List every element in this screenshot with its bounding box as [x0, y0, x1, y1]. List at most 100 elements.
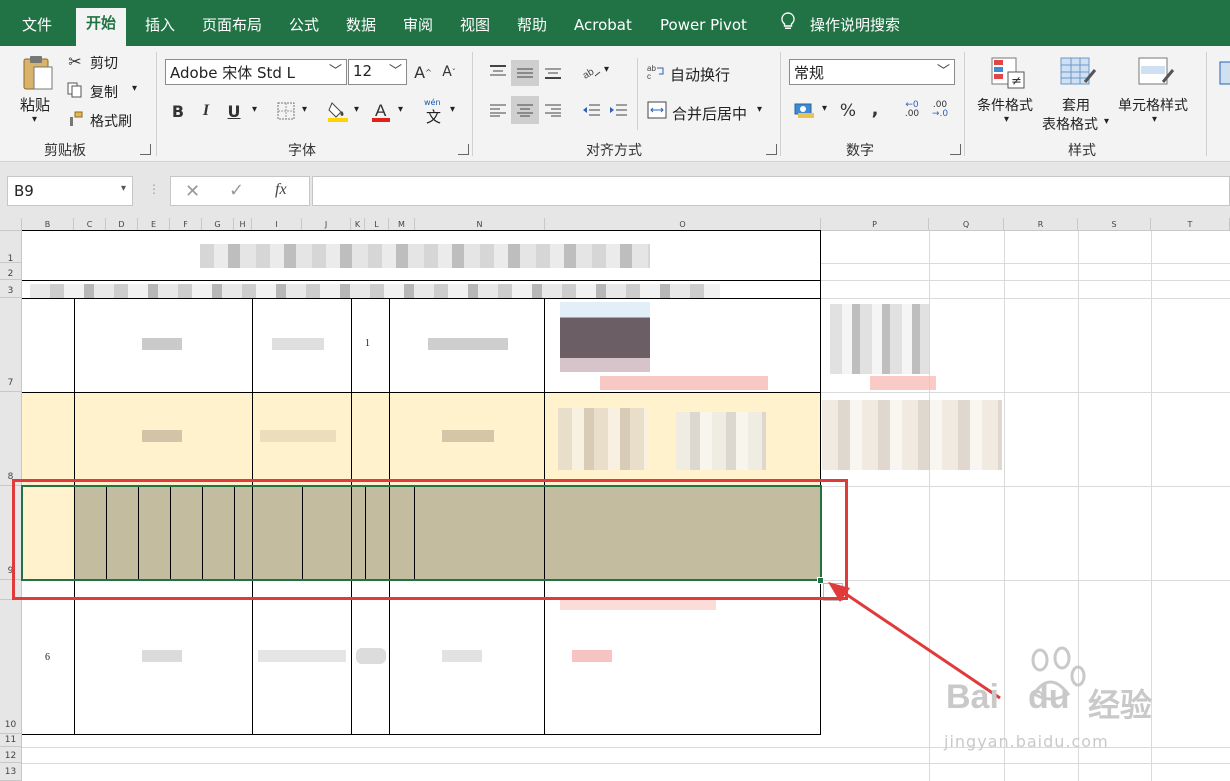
conditional-chevron-icon[interactable]: ▾ [1004, 114, 1009, 125]
tab-page-layout[interactable]: 页面布局 [192, 12, 272, 46]
enter-check-icon[interactable]: ✓ [229, 180, 244, 201]
font-size-combo[interactable]: 12 ﹀ [348, 59, 407, 85]
align-center-icon[interactable] [511, 96, 539, 124]
tab-insert[interactable]: 插入 [135, 12, 185, 46]
accounting-chevron-icon[interactable]: ▾ [822, 103, 827, 114]
pixelated-photo [558, 408, 648, 470]
conditional-formatting-button[interactable]: 条件格式 [977, 95, 1033, 115]
tab-view[interactable]: 视图 [450, 12, 500, 46]
underline-chevron-icon[interactable]: ▾ [252, 104, 257, 115]
tell-me-search[interactable]: 操作说明搜索 [800, 12, 910, 46]
accounting-format-icon[interactable] [792, 98, 818, 122]
merge-center-button[interactable]: 合并后居中 [672, 103, 747, 124]
wrap-text-button[interactable]: 自动换行 [670, 64, 730, 85]
increase-indent-icon[interactable] [606, 98, 630, 122]
font-group-label: 字体 [288, 143, 316, 159]
font-name-combo[interactable]: Adobe 宋体 Std L ﹀ [165, 59, 347, 85]
cell-styles-chevron-icon[interactable]: ▾ [1152, 114, 1157, 125]
row-header[interactable]: 1 [0, 231, 22, 264]
paste-chevron-icon[interactable]: ▾ [32, 114, 37, 125]
cell-k7: 1 [365, 338, 370, 349]
worksheet-grid[interactable]: B C D E F G H I J K L M N O P Q R S T 1 … [0, 218, 1230, 781]
tab-formulas[interactable]: 公式 [279, 12, 329, 46]
merge-chevron-icon[interactable]: ▾ [757, 104, 762, 115]
orientation-icon[interactable]: ab [580, 60, 602, 84]
column-header[interactable]: R [1004, 218, 1078, 231]
tab-file[interactable]: 文件 [12, 12, 62, 46]
increase-decimal-icon[interactable]: ←0.00 [900, 98, 924, 122]
alignment-launcher-icon[interactable] [766, 144, 777, 155]
group-divider [472, 52, 473, 156]
decrease-font-icon[interactable]: Aˇ [438, 61, 460, 83]
number-format-combo[interactable]: 常规 ﹀ [789, 59, 955, 85]
bold-button[interactable]: B [168, 100, 188, 122]
row-header[interactable]: 3 [0, 280, 22, 298]
row-header[interactable]: 11 [0, 734, 22, 747]
paste-button[interactable]: 粘贴 [20, 94, 50, 115]
font-color-chevron-icon[interactable]: ▾ [398, 104, 403, 115]
chevron-down-icon: ﹀ [388, 64, 402, 79]
decrease-indent-icon[interactable] [579, 98, 603, 122]
select-all-corner[interactable] [0, 218, 22, 231]
tab-power-pivot[interactable]: Power Pivot [650, 12, 757, 46]
name-box[interactable]: B9 ▾ [7, 176, 133, 206]
font-color-icon[interactable]: A [370, 98, 392, 124]
paste-icon[interactable] [18, 52, 58, 94]
percent-style-button[interactable]: % [837, 100, 859, 122]
column-header[interactable]: S [1078, 218, 1151, 231]
align-middle-icon[interactable] [511, 60, 539, 86]
insert-function-button[interactable]: fx [275, 181, 287, 199]
tab-home[interactable]: 开始 [76, 8, 127, 46]
name-box-chevron-icon[interactable]: ▾ [121, 183, 126, 194]
format-as-table-button-line1[interactable]: 套用 [1062, 95, 1090, 115]
fill-color-chevron-icon[interactable]: ▾ [354, 104, 359, 115]
cell-styles-button[interactable]: 单元格样式 [1118, 95, 1188, 115]
row-header[interactable]: 10 [0, 600, 22, 734]
increase-font-icon[interactable]: A ^ [412, 61, 434, 83]
clipboard-launcher-icon[interactable] [140, 144, 151, 155]
tab-acrobat[interactable]: Acrobat [564, 12, 642, 46]
row-header[interactable]: 8 [0, 392, 22, 486]
phonetic-guide-icon[interactable]: 文 [426, 106, 441, 127]
tab-data[interactable]: 数据 [336, 12, 386, 46]
phonetic-chevron-icon[interactable]: ▾ [450, 104, 455, 115]
format-as-table-button-line2[interactable]: 表格格式 [1042, 114, 1098, 134]
tab-help[interactable]: 帮助 [507, 12, 557, 46]
splitter-dots-icon[interactable]: ⋮ [148, 182, 160, 196]
underline-button[interactable]: U [224, 100, 244, 122]
row-header[interactable]: 2 [0, 263, 22, 280]
format-as-table-chevron-icon[interactable]: ▾ [1104, 116, 1109, 127]
align-top-icon[interactable] [485, 60, 511, 84]
row-header[interactable]: 13 [0, 763, 22, 781]
align-right-icon[interactable] [540, 98, 566, 122]
pixelated-photo [560, 302, 650, 372]
formula-input[interactable] [312, 176, 1230, 206]
row-header[interactable]: 12 [0, 747, 22, 763]
row-header[interactable]: 7 [0, 298, 22, 392]
cut-button[interactable]: 剪切 [90, 53, 118, 73]
decrease-decimal-icon[interactable]: .00 →.0 [928, 98, 952, 122]
copy-button[interactable]: 复制 [90, 82, 118, 102]
column-header[interactable]: Q [929, 218, 1004, 231]
column-header[interactable]: P [821, 218, 929, 231]
orientation-chevron-icon[interactable]: ▾ [604, 64, 609, 75]
cancel-icon[interactable]: ✕ [185, 181, 200, 202]
align-bottom-icon[interactable] [540, 60, 566, 84]
font-launcher-icon[interactable] [458, 144, 469, 155]
borders-icon[interactable] [275, 100, 297, 122]
pixelated-subtitle [30, 284, 720, 298]
borders-chevron-icon[interactable]: ▾ [302, 104, 307, 115]
comma-style-button[interactable]: , [864, 98, 886, 120]
align-left-icon[interactable] [485, 98, 511, 122]
insert-cells-icon[interactable] [1216, 54, 1230, 92]
fill-color-icon[interactable] [326, 98, 350, 124]
number-launcher-icon[interactable] [950, 144, 961, 155]
tab-review[interactable]: 审阅 [393, 12, 443, 46]
format-painter-button[interactable]: 格式刷 [90, 111, 132, 131]
font-name-value: Adobe 宋体 Std L [170, 64, 296, 82]
copy-chevron-icon[interactable]: ▾ [132, 83, 137, 94]
merge-center-icon [646, 99, 668, 121]
italic-button[interactable]: I [196, 100, 216, 122]
pixelated-photo [676, 412, 766, 470]
column-header[interactable]: T [1151, 218, 1230, 231]
